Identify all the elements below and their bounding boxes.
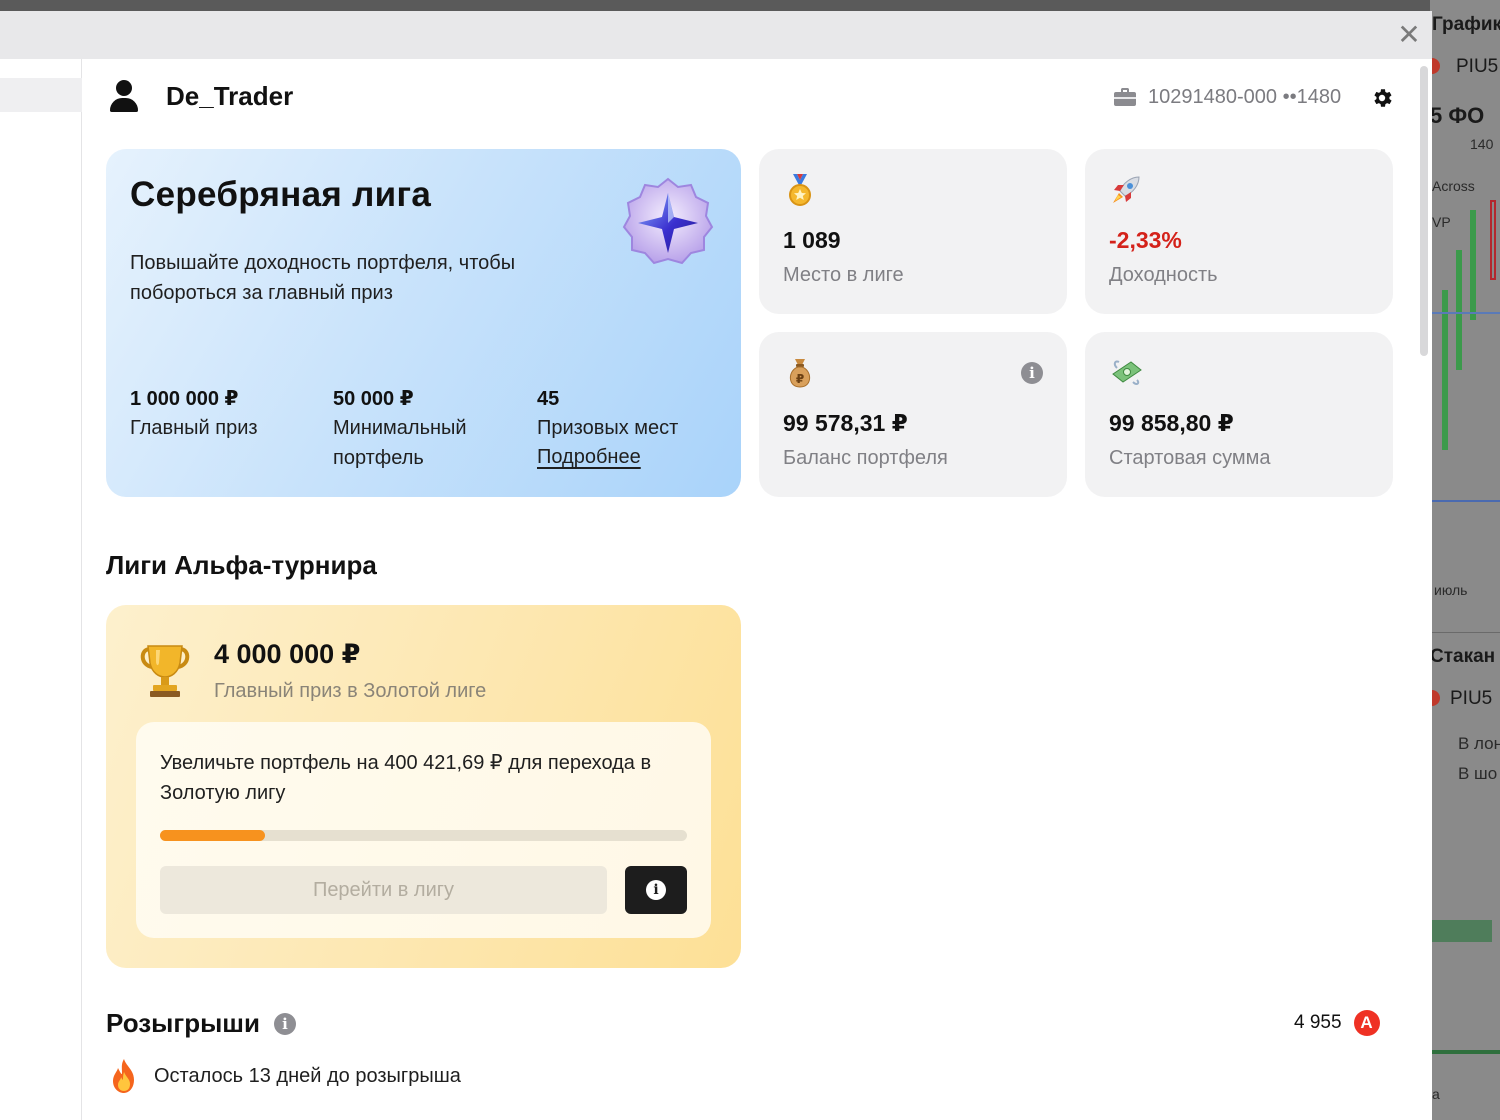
points-value: 4 955 (1294, 1012, 1342, 1033)
modal-header (0, 11, 1432, 59)
account-selector[interactable]: 10291480-000 ••1480 (1114, 82, 1341, 112)
bg-indicator-a: Across (1432, 178, 1475, 194)
bg-orderbook-title: Стакан (1430, 646, 1496, 667)
bg-chart-title: График (1432, 14, 1500, 35)
top-strip (0, 0, 1500, 11)
start-sum-label: Стартовая сумма (1109, 447, 1271, 469)
place-value: 1 089 (783, 227, 841, 253)
place-card: 1 089 Место в лиге (759, 149, 1067, 314)
bg-partial-value: 140 (1470, 136, 1494, 152)
user-header: De_Trader (108, 76, 293, 116)
briefcase-icon (1114, 88, 1136, 106)
bg-line (1430, 1050, 1500, 1054)
user-icon (108, 78, 140, 114)
stat-label: Главный приз (130, 417, 258, 439)
league-title: Серебряная лига (130, 175, 432, 214)
bg-candle (1490, 200, 1496, 280)
username: De_Trader (166, 80, 294, 111)
draw-countdown: Осталось 13 дней до розыгрыша (110, 1058, 461, 1094)
gold-league-card: 4 000 000 ₽ Главный приз в Золотой лиге … (106, 605, 741, 968)
bg-partial-title: 5 ФО (1430, 103, 1485, 128)
stat-value: 50 000 ₽ (333, 388, 414, 410)
bg-bar (1430, 920, 1492, 942)
league-description: Повышайте доходность портфеля, чтобы поб… (130, 252, 516, 304)
leagues-section-title: Лиги Альфа-турнира (106, 550, 377, 580)
yield-card: -2,33% Доходность (1085, 149, 1393, 314)
gold-prize-label: Главный приз в Золотой лиге (214, 680, 487, 702)
info-icon: i (646, 880, 666, 900)
upgrade-text: Увеличьте портфель на 400 421,69 ₽ для п… (160, 752, 652, 804)
scrollbar[interactable] (1420, 66, 1428, 356)
stat-main-prize: 1 000 000 ₽ Главный приз (130, 386, 258, 443)
start-sum-card: 99 858,80 ₽ Стартовая сумма (1085, 332, 1393, 497)
alfa-points-icon: A (1353, 1010, 1380, 1036)
stat-prize-places: 45 Призовых мест Подробнее (537, 386, 678, 471)
trophy-icon (140, 645, 190, 697)
draws-header: Розыгрыши i (106, 1008, 296, 1039)
draws-info-icon[interactable]: i (273, 1012, 296, 1035)
gold-prize-value: 4 000 000 ₽ (214, 639, 361, 669)
money-bag-icon: ₽ (789, 359, 811, 388)
bg-month: июль (1434, 582, 1468, 598)
draws-title: Розыгрыши (106, 1008, 260, 1038)
flying-money-icon (1112, 360, 1142, 385)
rocket-icon (1113, 176, 1140, 203)
go-to-league-button[interactable]: Перейти в лигу (160, 866, 607, 914)
bg-candle (1456, 250, 1462, 370)
svg-text:₽: ₽ (796, 372, 804, 386)
medal-icon (789, 174, 811, 206)
league-info-button[interactable]: i (625, 866, 687, 914)
bg-divider (1430, 632, 1500, 633)
start-sum-value: 99 858,80 ₽ (1109, 410, 1234, 436)
yield-value: -2,33% (1109, 227, 1182, 253)
left-sidebar (0, 59, 82, 1120)
yield-label: Доходность (1109, 264, 1218, 286)
stat-value: 45 (537, 388, 560, 410)
bg-candle (1442, 290, 1448, 450)
balance-info-icon[interactable]: i (1021, 362, 1043, 384)
bg-indicator-b: VP (1432, 214, 1451, 230)
more-link[interactable]: Подробнее (537, 443, 678, 471)
silver-league-badge-icon (622, 177, 714, 265)
account-number: 10291480-000 ••1480 (1148, 85, 1342, 108)
silver-league-card: Серебряная лига Повышайте доходность пор… (106, 149, 741, 497)
stat-min-portfolio: 50 000 ₽ Минимальный портфель (333, 386, 513, 473)
points-balance: 4 955 A (1294, 1010, 1380, 1036)
bg-ticker: PIU5 (1456, 56, 1499, 77)
balance-card: ₽ i 99 578,31 ₽ Баланс портфеля (759, 332, 1067, 497)
bg-line (1430, 500, 1500, 502)
stat-label: Минимальный портфель (333, 417, 467, 469)
balance-label: Баланс портфеля (783, 447, 948, 469)
progress-fill (160, 830, 266, 841)
bg-candle (1470, 210, 1476, 320)
stat-label: Призовых мест (537, 417, 679, 439)
upgrade-panel: Увеличьте портфель на 400 421,69 ₽ для п… (136, 722, 711, 938)
countdown-text: Осталось 13 дней до розыгрыша (154, 1064, 461, 1087)
fire-icon (113, 1059, 134, 1093)
background-trading-app: График PIU5 5 ФО 140 Across VP июль Стак… (1430, 0, 1500, 1120)
balance-value: 99 578,31 ₽ (783, 410, 908, 436)
bg-ticker-2: PIU5 (1450, 688, 1493, 709)
stat-value: 1 000 000 ₽ (130, 388, 239, 410)
gear-icon[interactable] (1370, 86, 1394, 110)
close-button[interactable]: ✕ (1396, 21, 1422, 49)
bg-short: В шо (1458, 764, 1498, 783)
sidebar-selected-row[interactable] (0, 78, 82, 112)
upgrade-progress-bar (160, 830, 687, 841)
place-label: Место в лиге (783, 264, 904, 286)
bg-long: В лон (1458, 734, 1500, 753)
bg-partial-bottom: а (1432, 1086, 1440, 1102)
bg-line (1430, 312, 1500, 314)
